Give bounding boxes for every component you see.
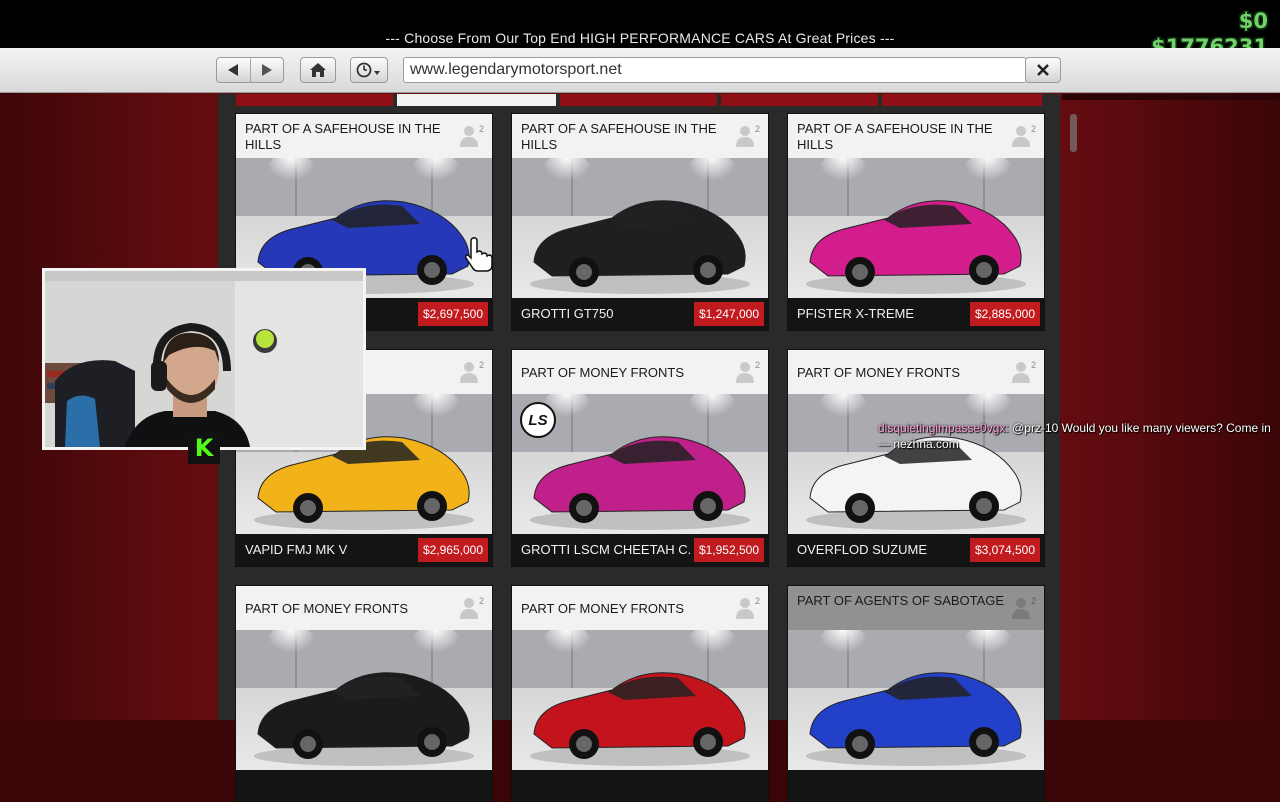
forward-button[interactable] bbox=[249, 58, 284, 82]
player-count-icon: 2 bbox=[1012, 124, 1036, 147]
header-strip bbox=[1062, 94, 1280, 100]
scrollbar-thumb[interactable] bbox=[1070, 114, 1077, 152]
card-footer: VAPID FMJ MK V $2,965,000 bbox=[236, 534, 492, 566]
close-x-icon bbox=[1037, 64, 1049, 76]
hud-cash: $0 bbox=[1238, 9, 1268, 33]
kick-logo: K bbox=[188, 432, 220, 464]
vehicle-price: $3,074,500 bbox=[969, 538, 1040, 562]
close-button[interactable] bbox=[1025, 57, 1061, 83]
vehicle-card[interactable]: PART OF AGENTS OF SABOTAGE 2 bbox=[788, 586, 1044, 802]
player-count: 2 bbox=[1030, 124, 1036, 134]
url-bar[interactable]: www.legendarymotorsport.net bbox=[403, 57, 1027, 83]
card-header-text: PART OF MONEY FRONTS bbox=[245, 601, 409, 616]
vehicle-card[interactable]: PART OF A SAFEHOUSE IN THE HILLS 2 GROTTI … bbox=[512, 114, 768, 330]
vehicle-price: $2,885,000 bbox=[969, 302, 1040, 326]
nav-buttons bbox=[216, 57, 284, 83]
vehicle-name: PFISTER X-TREME bbox=[797, 306, 915, 321]
card-footer: GROTTI LSCM CHEETAH C... $1,952,500 bbox=[512, 534, 768, 566]
vehicle-card[interactable]: PART OF MONEY FRONTS 2 GROTTI LSCM CHEETAH… bbox=[512, 350, 768, 566]
card-header: PART OF AGENTS OF SABOTAGE 2 bbox=[788, 586, 1044, 630]
player-count: 2 bbox=[754, 360, 760, 370]
player-count: 2 bbox=[478, 596, 484, 606]
card-footer bbox=[236, 770, 492, 802]
card-header-text: PART OF A SAFEHOUSE IN THE HILLS bbox=[521, 121, 717, 152]
player-count-icon: 2 bbox=[736, 596, 760, 619]
vehicle-card[interactable]: PART OF MONEY FRONTS 2 bbox=[236, 586, 492, 802]
vehicle-price: $1,247,000 bbox=[693, 302, 764, 326]
card-header-text: PART OF MONEY FRONTS bbox=[521, 601, 685, 616]
vehicle-image bbox=[788, 158, 1044, 298]
back-arrow-icon bbox=[228, 64, 239, 76]
vehicle-price: $2,697,500 bbox=[417, 302, 488, 326]
webcam-feed bbox=[45, 271, 363, 447]
home-button[interactable] bbox=[300, 57, 336, 83]
vehicle-name: GROTTI GT750 bbox=[521, 306, 614, 321]
card-footer bbox=[512, 770, 768, 802]
card-header: PART OF A SAFEHOUSE IN THE HILLS 2 bbox=[512, 114, 768, 158]
ls-logo-text: LS bbox=[528, 411, 548, 429]
vehicle-image bbox=[788, 630, 1044, 770]
vehicle-name: OVERFLOD SUZUME bbox=[797, 542, 928, 557]
banner-text: --- Choose From Our Top End HIGH PERFORM… bbox=[385, 30, 895, 46]
category-tab[interactable] bbox=[236, 94, 393, 106]
player-count-icon: 2 bbox=[736, 360, 760, 383]
player-count: 2 bbox=[478, 124, 484, 134]
hand-cursor-icon bbox=[465, 237, 492, 272]
vehicle-image bbox=[512, 158, 768, 298]
vehicle-price: $1,952,500 bbox=[693, 538, 764, 562]
player-count-icon: 2 bbox=[1012, 360, 1036, 383]
chat-username: disquietingimpasse0vgx: bbox=[878, 421, 1009, 435]
card-header: PART OF MONEY FRONTS 2 bbox=[512, 586, 768, 630]
history-clock-icon bbox=[356, 62, 380, 78]
category-tab-active[interactable] bbox=[397, 94, 556, 106]
card-header-text: PART OF AGENTS OF SABOTAGE bbox=[797, 593, 1005, 608]
top-banner: --- Choose From Our Top End HIGH PERFORM… bbox=[0, 0, 1280, 48]
category-tab[interactable] bbox=[560, 94, 717, 106]
card-header-text: PART OF MONEY FRONTS bbox=[521, 365, 685, 380]
category-tab[interactable] bbox=[721, 94, 878, 106]
player-count: 2 bbox=[754, 124, 760, 134]
player-count-icon: 2 bbox=[460, 124, 484, 147]
webcam-overlay bbox=[42, 268, 366, 450]
card-header-text: PART OF A SAFEHOUSE IN THE HILLS bbox=[797, 121, 993, 152]
card-header: PART OF A SAFEHOUSE IN THE HILLS 2 bbox=[788, 114, 1044, 158]
card-header: PART OF MONEY FRONTS 2 bbox=[512, 350, 768, 394]
card-footer: GROTTI GT750 $1,247,000 bbox=[512, 298, 768, 330]
vehicle-name: GROTTI LSCM CHEETAH C... bbox=[521, 542, 691, 557]
card-header: PART OF MONEY FRONTS 2 bbox=[788, 350, 1044, 394]
player-count: 2 bbox=[1030, 360, 1036, 370]
player-count-icon: 2 bbox=[736, 124, 760, 147]
card-header: PART OF A SAFEHOUSE IN THE HILLS 2 bbox=[236, 114, 492, 158]
player-count-icon: 2 bbox=[460, 360, 484, 383]
vehicle-price: $2,965,000 bbox=[417, 538, 488, 562]
card-header: PART OF MONEY FRONTS 2 bbox=[236, 586, 492, 630]
card-footer: OVERFLOD SUZUME $3,074,500 bbox=[788, 534, 1044, 566]
vehicle-card[interactable]: PART OF MONEY FRONTS 2 OVERFLOD SUZUME $3,0… bbox=[788, 350, 1044, 566]
vehicle-card[interactable]: PART OF A SAFEHOUSE IN THE HILLS 2 PFISTER… bbox=[788, 114, 1044, 330]
browser-toolbar: www.legendarymotorsport.net bbox=[0, 48, 1280, 93]
card-footer bbox=[788, 770, 1044, 802]
vehicle-image bbox=[236, 630, 492, 770]
player-count: 2 bbox=[478, 360, 484, 370]
vehicle-image bbox=[788, 394, 1044, 534]
card-header-text: PART OF A SAFEHOUSE IN THE HILLS bbox=[245, 121, 441, 152]
category-tab[interactable] bbox=[882, 94, 1042, 106]
vehicle-name: VAPID FMJ MK V bbox=[245, 542, 348, 557]
card-header-text: PART OF MONEY FRONTS bbox=[797, 365, 961, 380]
forward-arrow-icon bbox=[261, 64, 272, 76]
player-count-icon: 2 bbox=[460, 596, 484, 619]
card-footer: PFISTER X-TREME $2,885,000 bbox=[788, 298, 1044, 330]
player-count-icon: 2 bbox=[1012, 596, 1036, 619]
history-button[interactable] bbox=[350, 57, 388, 83]
ls-logo-badge: LS bbox=[520, 402, 556, 438]
vehicle-image bbox=[512, 630, 768, 770]
player-count: 2 bbox=[1030, 596, 1036, 606]
chat-message: disquietingimpasse0vgx: @prz-10 Would yo… bbox=[878, 420, 1274, 452]
home-icon bbox=[310, 63, 326, 77]
player-count: 2 bbox=[754, 596, 760, 606]
vehicle-card[interactable]: PART OF MONEY FRONTS 2 bbox=[512, 586, 768, 802]
back-button[interactable] bbox=[217, 58, 250, 82]
